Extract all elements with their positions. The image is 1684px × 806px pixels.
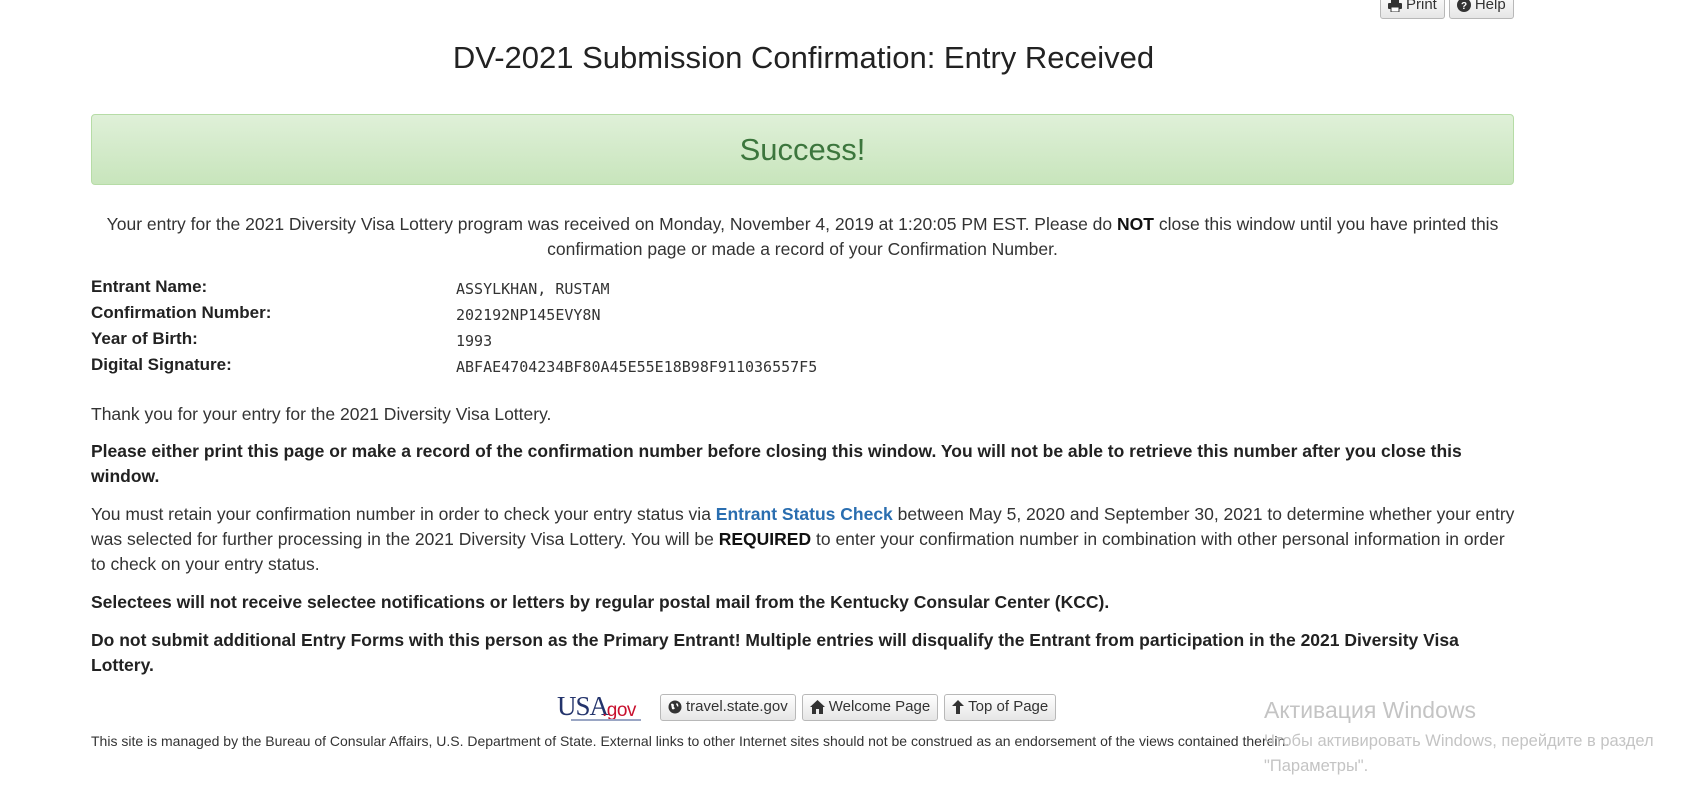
entrant-name-label: Entrant Name: xyxy=(91,277,208,296)
entry-details: Entrant Name: ASSYLKHAN, RUSTAM Confirma… xyxy=(91,277,1091,381)
selectees-notice-text: Selectees will not receive selectee noti… xyxy=(91,592,1110,612)
printer-icon xyxy=(1388,0,1402,12)
confirmation-number-value: 202192NP145EVY8N xyxy=(456,306,601,324)
travel-state-gov-button[interactable]: travel.state.gov xyxy=(660,693,796,721)
detail-row-digital-signature: Digital Signature: ABFAE4704234BF80A45E5… xyxy=(91,355,1091,381)
svg-text:?: ? xyxy=(1461,1,1467,12)
entrant-status-check-link[interactable]: Entrant Status Check xyxy=(716,504,893,524)
detail-row-confirmation-number: Confirmation Number: 202192NP145EVY8N xyxy=(91,303,1091,329)
usa-gov-logo[interactable]: USA .gov xyxy=(553,691,652,723)
help-button[interactable]: ? Help xyxy=(1448,0,1514,19)
site-disclaimer: This site is managed by the Bureau of Co… xyxy=(91,733,1290,749)
detail-row-entrant-name: Entrant Name: ASSYLKHAN, RUSTAM xyxy=(91,277,1091,303)
welcome-page-button[interactable]: Welcome Page xyxy=(801,693,939,721)
detail-row-year-of-birth: Year of Birth: 1993 xyxy=(91,329,1091,355)
confirmation-number-label: Confirmation Number: xyxy=(91,303,272,322)
required-emphasis: REQUIRED xyxy=(718,529,812,549)
question-circle-icon: ? xyxy=(1456,0,1471,12)
no-additional-entries-text: Do not submit additional Entry Forms wit… xyxy=(91,630,1459,675)
arrow-up-icon xyxy=(952,699,965,714)
usa-gov-logo-underline xyxy=(571,719,641,721)
page-title: DV-2021 Submission Confirmation: Entry R… xyxy=(452,40,1155,75)
success-alert-text: Success! xyxy=(739,131,866,167)
home-icon xyxy=(809,699,825,714)
globe-icon xyxy=(668,700,682,713)
windows-activation-title: Активация Windows xyxy=(1264,697,1476,723)
retain-confirmation-text: You must retain your confirmation number… xyxy=(91,502,1516,577)
year-of-birth-label: Year of Birth: xyxy=(91,329,198,348)
page: Print ? Help DV-2021 Submission Confirma… xyxy=(0,0,1684,806)
digital-signature-label: Digital Signature: xyxy=(91,355,232,374)
print-button[interactable]: Print xyxy=(1380,0,1445,19)
usa-gov-logo-usa: USA xyxy=(557,691,609,721)
travel-state-gov-label: travel.state.gov xyxy=(686,697,788,715)
entrant-name-value: ASSYLKHAN, RUSTAM xyxy=(456,280,610,298)
print-warning-text: Please either print this page or make a … xyxy=(91,441,1462,486)
windows-activation-text: Чтобы активировать Windows, перейдите в … xyxy=(1264,732,1654,775)
welcome-page-label: Welcome Page xyxy=(828,697,931,715)
top-of-page-button[interactable]: Top of Page xyxy=(944,693,1057,721)
success-alert: Success! xyxy=(91,114,1514,185)
print-label: Print xyxy=(1406,0,1437,13)
retain-text-start: You must retain your confirmation number… xyxy=(91,504,716,524)
received-notice-emphasis: NOT xyxy=(1117,214,1154,234)
top-toolbar: Print ? Help xyxy=(1380,0,1514,19)
top-of-page-label: Top of Page xyxy=(968,697,1049,715)
thank-you-text: Thank you for your entry for the 2021 Di… xyxy=(91,404,552,424)
received-notice: Your entry for the 2021 Diversity Visa L… xyxy=(91,212,1514,262)
footer-nav: USA .gov travel.state.gov Welcome Page T… xyxy=(553,691,1057,723)
help-label: Help xyxy=(1474,0,1506,13)
digital-signature-value: ABFAE4704234BF80A45E55E18B98F911036557F5 xyxy=(456,358,818,376)
received-notice-start: Your entry for the 2021 Diversity Visa L… xyxy=(106,214,1118,234)
year-of-birth-value: 1993 xyxy=(456,332,493,350)
